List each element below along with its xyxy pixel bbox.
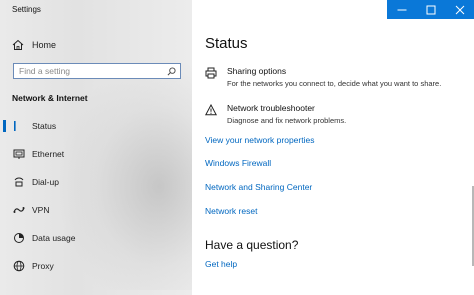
sidebar-item-label: Ethernet	[32, 149, 65, 159]
sharing-options-item[interactable]: Sharing options For the networks you con…	[205, 66, 441, 89]
main-content: Status Sharing options For the networks …	[192, 0, 474, 295]
sidebar-item-label: Data usage	[32, 233, 76, 243]
close-icon	[455, 5, 464, 14]
page-title: Status	[205, 35, 248, 52]
search-box[interactable]	[13, 63, 181, 79]
dialup-icon	[13, 176, 25, 188]
home-nav-item[interactable]: Home	[12, 38, 56, 52]
item-title: Sharing options	[227, 66, 287, 76]
home-label: Home	[32, 40, 57, 50]
maximize-button[interactable]	[416, 0, 445, 19]
get-help-link[interactable]: Get help	[205, 259, 237, 269]
sidebar-item-data-usage[interactable]: Data usage	[0, 228, 192, 248]
ethernet-icon	[13, 148, 25, 160]
globe-icon	[13, 260, 25, 272]
maximize-icon	[426, 5, 435, 14]
windows-firewall-link[interactable]: Windows Firewall	[205, 158, 271, 168]
sidebar-item-label: Proxy	[32, 261, 54, 271]
minimize-button[interactable]	[387, 0, 416, 19]
minimize-icon	[397, 9, 406, 10]
question-heading: Have a question?	[205, 238, 299, 252]
network-reset-link[interactable]: Network reset	[205, 206, 257, 216]
sidebar-item-status[interactable]: Status	[0, 116, 192, 136]
network-sharing-center-link[interactable]: Network and Sharing Center	[205, 182, 312, 192]
sidebar-item-vpn[interactable]: VPN	[0, 200, 192, 220]
warning-icon	[205, 104, 217, 116]
sidebar-item-label: Dial-up	[32, 177, 59, 187]
sidebar: Settings Home Network & Internet Status	[0, 0, 192, 295]
window-title: Settings	[12, 5, 41, 14]
printer-icon	[205, 67, 217, 79]
view-network-properties-link[interactable]: View your network properties	[205, 135, 314, 145]
sidebar-item-label: VPN	[32, 205, 50, 215]
section-label: Network & Internet	[12, 93, 88, 103]
home-icon	[12, 39, 24, 50]
item-description: For the networks you connect to, decide …	[227, 79, 442, 88]
search-input[interactable]	[19, 65, 164, 77]
sidebar-item-label: Status	[32, 121, 57, 131]
status-icon	[13, 120, 25, 132]
item-description: Diagnose and fix network problems.	[227, 116, 347, 125]
vpn-icon	[13, 204, 25, 216]
sidebar-item-proxy[interactable]: Proxy	[0, 256, 192, 276]
sidebar-item-dialup[interactable]: Dial-up	[0, 172, 192, 192]
search-icon[interactable]	[167, 67, 176, 76]
item-title: Network troubleshooter	[227, 103, 315, 113]
sidebar-item-ethernet[interactable]: Ethernet	[0, 144, 192, 164]
data-usage-icon	[13, 232, 25, 244]
network-troubleshooter-item[interactable]: Network troubleshooter Diagnose and fix …	[205, 103, 346, 126]
close-button[interactable]	[445, 0, 474, 19]
